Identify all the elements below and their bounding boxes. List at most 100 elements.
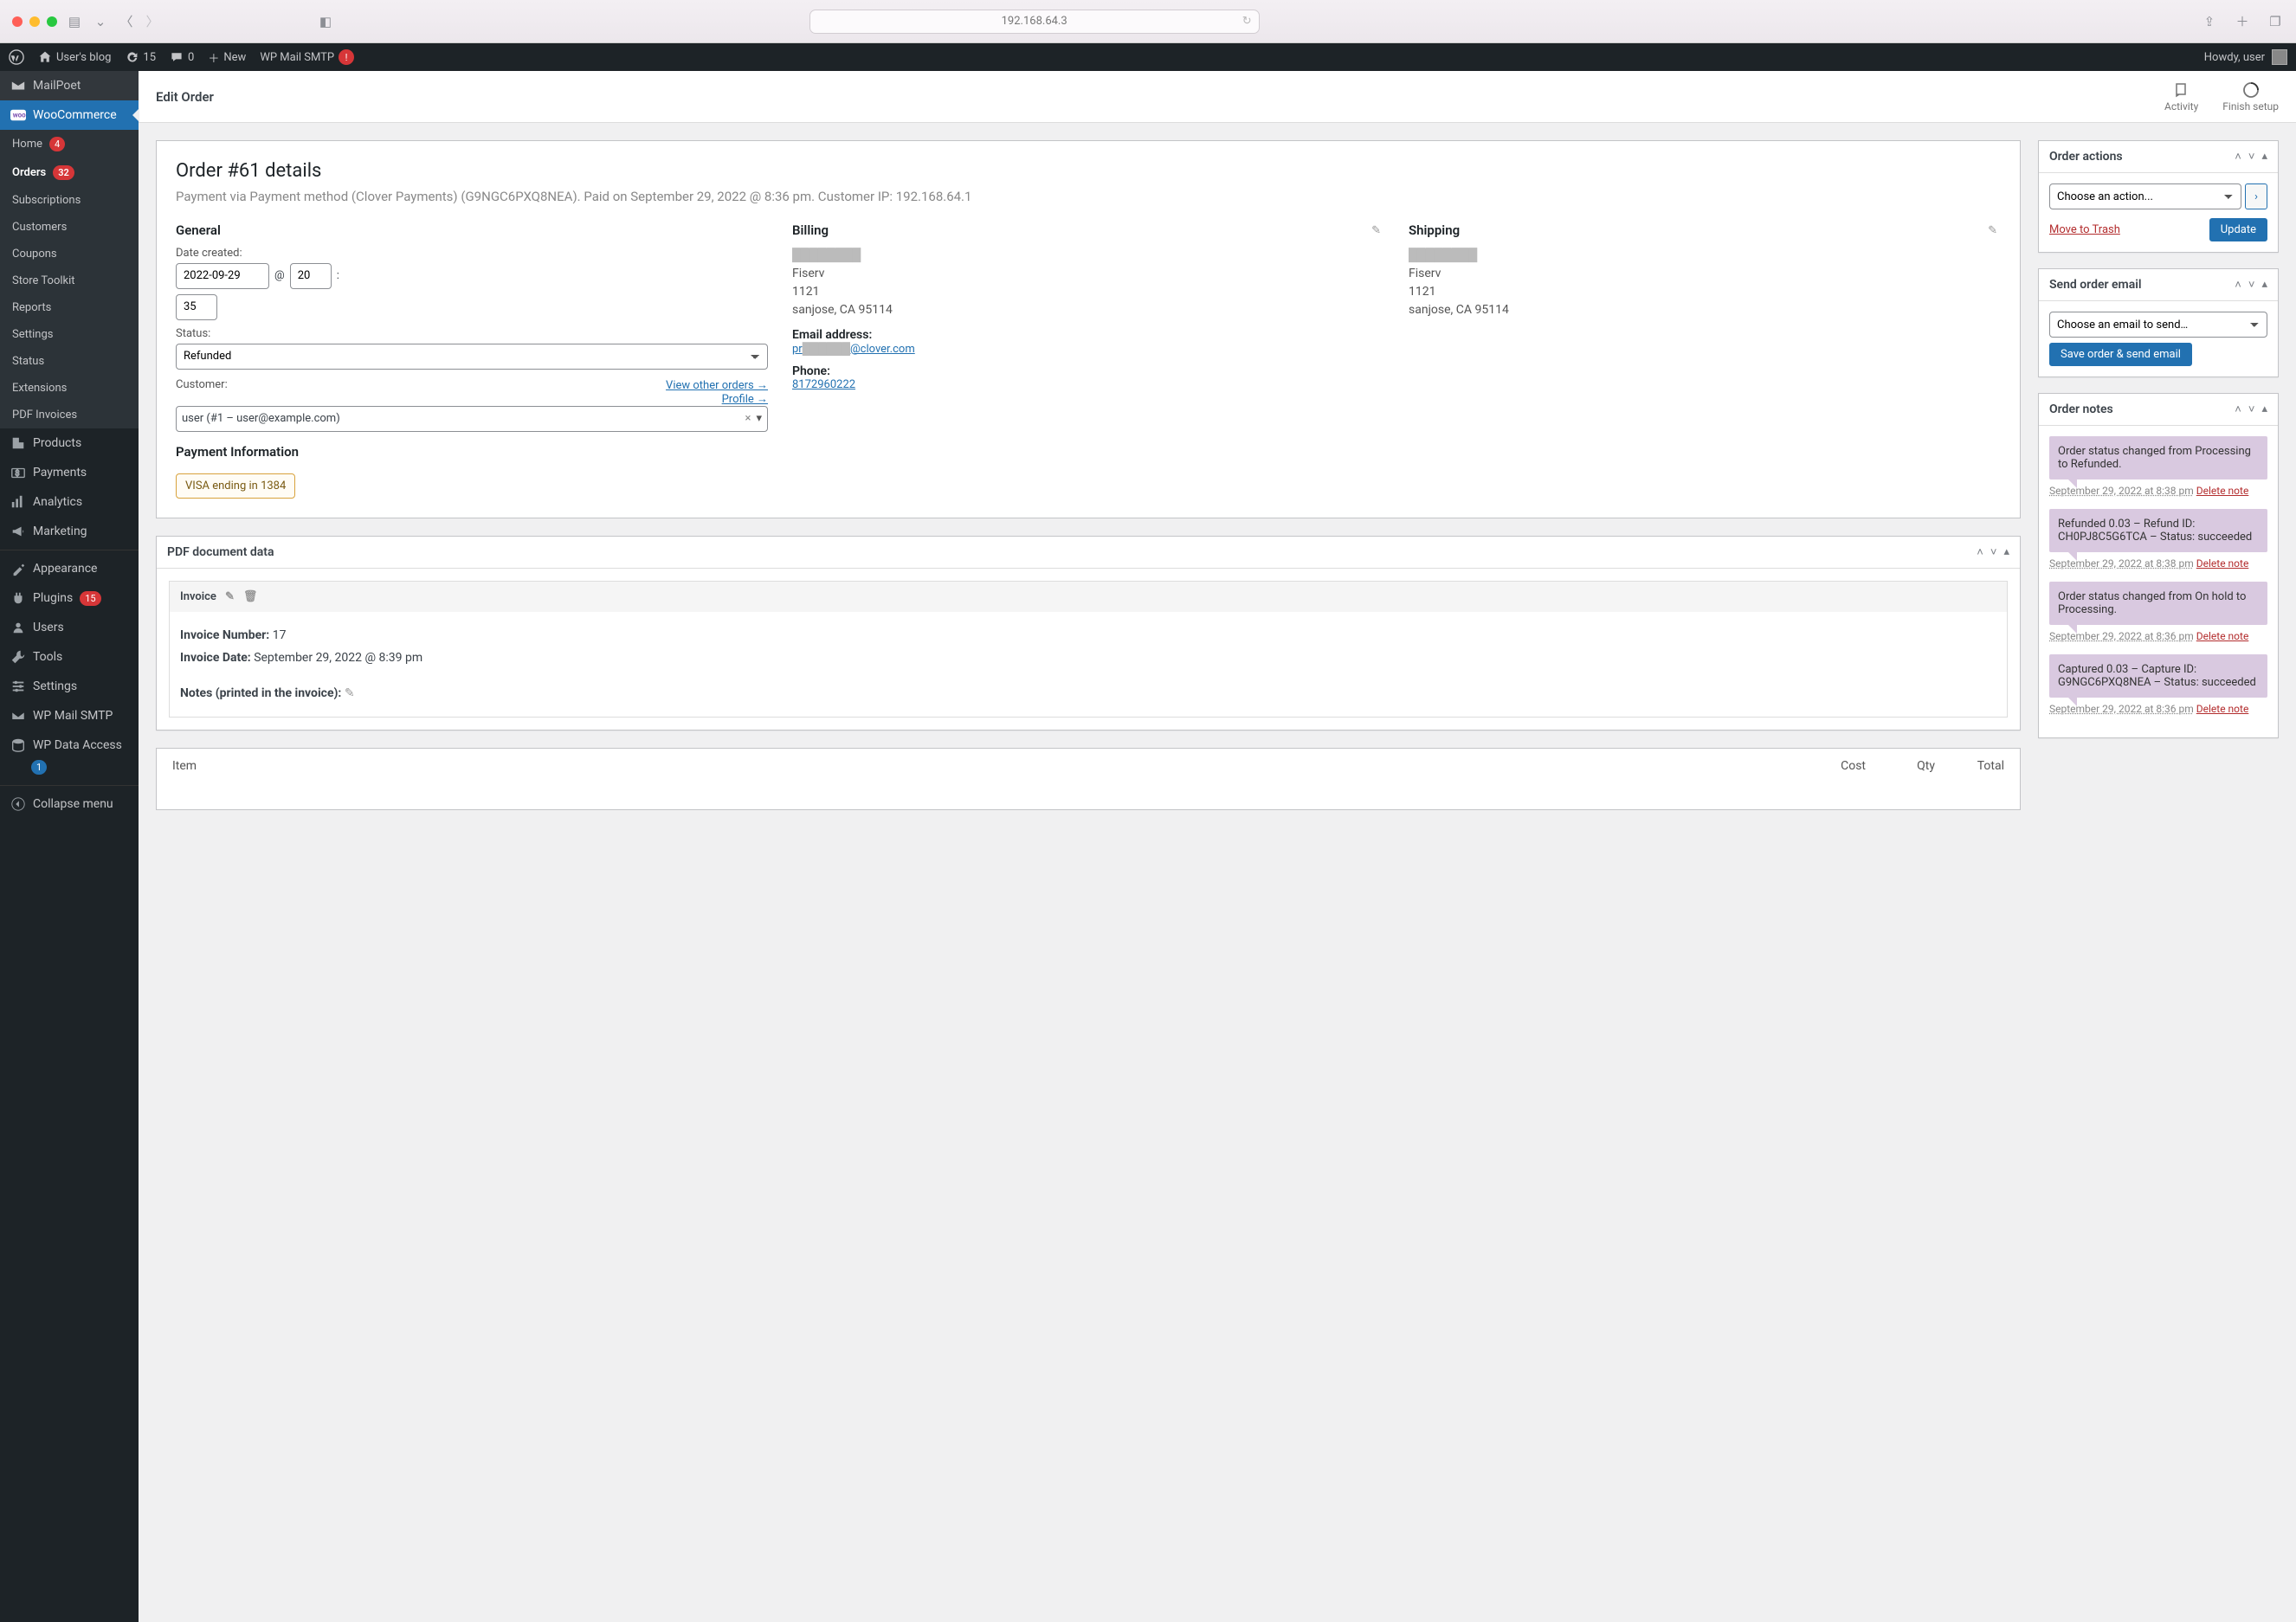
delete-note-link[interactable]: Delete note [2196,485,2249,497]
comments-link[interactable]: 0 [170,50,194,64]
toggle-icon[interactable]: ▴ [2261,402,2267,416]
invoice-card: Invoice ✎ 🗑 Invoice Number: 17 Invoice D… [169,581,2008,718]
sidebar-sub-toolkit[interactable]: Store Toolkit [0,267,139,294]
view-orders-link[interactable]: View other orders → [666,378,768,392]
edit-notes-icon[interactable]: ✎ [345,686,355,700]
email-heading: Send order email [2049,278,2142,292]
order-note: Order status changed from Processing to … [2049,436,2267,480]
email-label: Email address: [792,328,1384,342]
shipping-column: Shipping ✎ ████████ Fiserv 1121 sanjose,… [1409,222,2001,499]
sidebar-sub-settings[interactable]: Settings [0,321,139,348]
trash-link[interactable]: Move to Trash [2049,223,2120,236]
url-bar[interactable]: 192.168.64.3 ↻ [809,10,1260,34]
wp-logo-icon[interactable] [9,49,24,65]
email-link[interactable]: pr██████@clover.com [792,343,915,356]
refresh-icon[interactable]: ↻ [1242,15,1252,28]
sidebar-sub-ext[interactable]: Extensions [0,375,139,402]
close-icon[interactable] [12,16,23,27]
delete-note-link[interactable]: Delete note [2196,557,2249,570]
send-email-button[interactable]: Save order & send email [2049,343,2192,366]
sidebar-sub-home[interactable]: Home 4 [0,130,139,158]
delete-note-link[interactable]: Delete note [2196,703,2249,715]
order-note: Captured 0.03 – Capture ID: G9NGC6PXQ8NE… [2049,654,2267,698]
edit-invoice-icon[interactable]: ✎ [225,590,235,603]
status-select[interactable]: Refunded [176,344,768,370]
toggle-icon[interactable]: ▴ [2261,278,2267,292]
actions-select[interactable]: Choose an action... [2049,183,2241,209]
sidebar-item-woocommerce[interactable]: woo WooCommerce [0,100,139,130]
hour-input[interactable] [290,263,332,289]
share-icon[interactable]: ⇪ [2201,13,2218,30]
customer-select[interactable]: user (#1 – user@example.com) × ▾ [176,406,768,432]
pdf-postbox: PDF document data ˄˅▴ Invoice ✎ 🗑 Invoic… [156,536,2021,731]
sidebar-sub-reports[interactable]: Reports [0,294,139,321]
sidebar-item-settings[interactable]: Settings [0,672,139,701]
sidebar-sub-customers[interactable]: Customers [0,214,139,241]
sidebar-item-users[interactable]: Users [0,613,139,642]
page-header: Edit Order Activity Finish setup [139,71,2296,123]
minimize-icon[interactable] [29,16,40,27]
sidebar-item-appearance[interactable]: Appearance [0,554,139,583]
sidebar-item-payments[interactable]: $Payments [0,458,139,487]
back-icon[interactable]: 〈 [118,13,135,30]
sidebar-item-mailpoet[interactable]: MailPoet [0,71,139,100]
update-button[interactable]: Update [2209,218,2267,241]
howdy[interactable]: Howdy, user [2204,49,2287,65]
shield-icon[interactable]: ◧ [317,13,334,30]
activity-button[interactable]: Activity [2164,81,2198,113]
date-input[interactable] [176,263,269,289]
delete-note-link[interactable]: Delete note [2196,630,2249,642]
move-up-icon[interactable]: ˄ [2235,150,2241,164]
email-select[interactable]: Choose an email to send… [2049,312,2267,338]
finish-setup-button[interactable]: Finish setup [2222,81,2279,113]
sidebar-sub-coupons[interactable]: Coupons [0,241,139,267]
move-up-icon[interactable]: ˄ [2235,402,2241,416]
move-down-icon[interactable]: ˅ [2248,402,2255,416]
minute-input[interactable] [176,294,217,320]
col-qty: Qty [1866,759,1935,773]
chevron-down-icon[interactable]: ⌄ [92,13,109,30]
sidebar-item-wpdata[interactable]: WP Data Access 1 [0,731,139,782]
forward-icon[interactable]: 〉 [144,13,161,30]
tabs-icon[interactable]: ❐ [2267,13,2284,30]
wpmail-link[interactable]: WP Mail SMTP ! [260,49,354,65]
edit-billing-icon[interactable]: ✎ [1371,224,1381,237]
move-down-icon[interactable]: ˅ [2248,150,2255,164]
avatar [2272,49,2287,65]
updates-link[interactable]: 15 [125,50,156,64]
site-link[interactable]: User's blog [38,50,111,64]
toggle-icon[interactable]: ▴ [2261,150,2267,164]
sidebar-collapse[interactable]: Collapse menu [0,789,139,819]
sidebar-sub-pdf[interactable]: PDF Invoices [0,402,139,428]
zoom-icon[interactable] [47,16,57,27]
sidebar-item-analytics[interactable]: Analytics [0,487,139,517]
sidebar-sub-status[interactable]: Status [0,348,139,375]
move-down-icon[interactable]: ˅ [1990,545,1997,559]
phone-link[interactable]: 8172960222 [792,378,855,391]
new-tab-icon[interactable]: ＋ [2234,13,2251,30]
order-details-box: Order #61 details Payment via Payment me… [156,140,2021,518]
move-up-icon[interactable]: ˄ [1977,545,1983,559]
sidebar-icon[interactable]: ▤ [66,13,83,30]
sidebar-item-wpmail[interactable]: WP Mail SMTP [0,701,139,731]
edit-shipping-icon[interactable]: ✎ [1988,224,1997,237]
profile-link[interactable]: Profile → [722,393,768,406]
col-item: Item [172,759,1796,773]
notes-heading: Order notes [2049,402,2113,416]
order-note: Order status changed from On hold to Pro… [2049,582,2267,625]
new-link[interactable]: ＋ New [208,49,246,66]
sidebar-item-marketing[interactable]: Marketing [0,517,139,546]
sidebar-item-products[interactable]: Products [0,428,139,458]
move-down-icon[interactable]: ˅ [2248,278,2255,292]
delete-invoice-icon[interactable]: 🗑 [243,590,258,603]
clear-icon[interactable]: × [745,412,751,425]
sidebar-item-tools[interactable]: Tools [0,642,139,672]
sidebar-sub-subs[interactable]: Subscriptions [0,187,139,214]
sidebar-sub-orders[interactable]: Orders 32 [0,158,139,187]
run-action-button[interactable]: › [2245,183,2267,209]
sidebar-item-plugins[interactable]: Plugins 15 [0,583,139,613]
toggle-icon[interactable]: ▴ [2003,545,2009,559]
move-up-icon[interactable]: ˄ [2235,278,2241,292]
invoice-date-label: Invoice Date: [180,651,251,665]
chevron-down-icon[interactable]: ▾ [756,412,762,425]
